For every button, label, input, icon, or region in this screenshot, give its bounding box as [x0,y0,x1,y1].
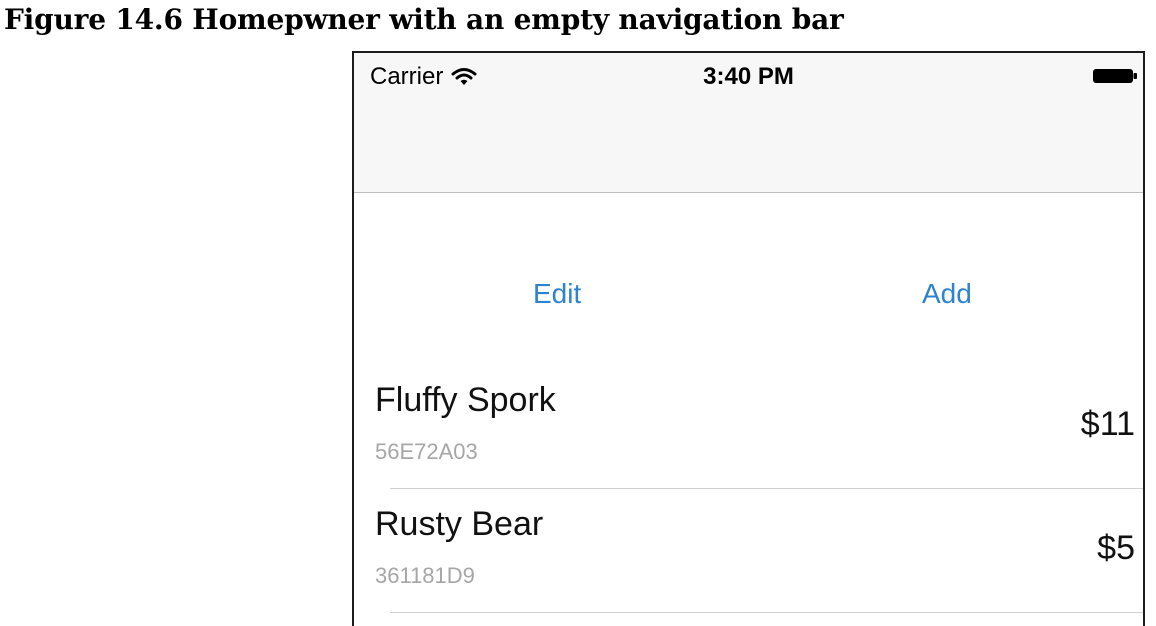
row-separator [390,612,1143,613]
edit-button[interactable]: Edit [533,278,581,310]
status-bar: Carrier 3:40 PM [354,53,1143,101]
items-table: Fluffy Spork 56E72A03 $11 Rusty Bear 361… [354,365,1143,613]
item-value: $5 [1097,529,1135,567]
figure-caption: Figure 14.6 Homepwner with an empty navi… [4,3,844,36]
item-name: Fluffy Spork [375,381,556,419]
table-row[interactable]: Fluffy Spork 56E72A03 $11 [354,365,1143,489]
add-button[interactable]: Add [922,278,972,310]
status-time: 3:40 PM [703,63,794,90]
item-value: $11 [1080,405,1135,443]
item-serial: 361181D9 [375,563,475,588]
item-serial: 56E72A03 [375,439,478,464]
battery-icon [1093,69,1137,83]
phone-screen: Carrier 3:40 PM Edit Add Fluffy Spork 56… [352,51,1145,626]
item-name: Rusty Bear [375,505,544,543]
navigation-bar: Carrier 3:40 PM [354,53,1143,193]
table-header-toolbar: Edit Add [354,268,1143,328]
table-row[interactable]: Rusty Bear 361181D9 $5 [354,489,1143,613]
